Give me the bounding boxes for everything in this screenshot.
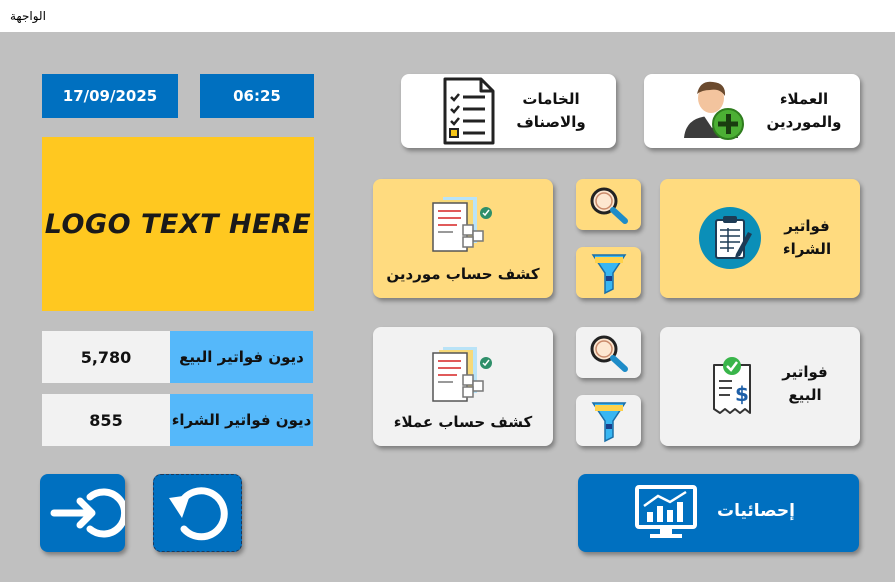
customer-statement-button[interactable]: كشف حساب عملاء: [373, 327, 553, 446]
exit-button[interactable]: [40, 474, 125, 552]
monitor-chart-icon: [635, 485, 697, 538]
funnel-icon: [591, 401, 626, 442]
sales-invoices-line1: فواتير: [782, 363, 828, 381]
sales-invoices-button[interactable]: $ فواتير البيع: [660, 327, 860, 446]
customer-statement-label: كشف حساب عملاء: [393, 413, 533, 431]
purchase-search-button[interactable]: [576, 179, 641, 230]
statistics-button[interactable]: إحصائيات: [578, 474, 859, 552]
add-user-icon: [684, 81, 744, 140]
report-icon: [432, 347, 492, 402]
refresh-button[interactable]: [153, 474, 242, 552]
purchase-invoices-label: فواتير الشراء: [772, 215, 842, 261]
checklist-icon: [443, 77, 495, 145]
customers-suppliers-label: العملاء والموردين: [754, 88, 854, 134]
refresh-icon: [169, 487, 228, 541]
purchase-invoices-button[interactable]: فواتير الشراء: [660, 179, 860, 298]
sales-invoices-label: فواتير البيع: [770, 361, 840, 407]
report-icon: [432, 197, 492, 252]
sales-search-button[interactable]: [576, 327, 641, 378]
logo-text: LOGO TEXT HERE: [44, 208, 312, 240]
customers-suppliers-line1: العملاء: [779, 90, 829, 108]
customers-suppliers-line2: والموردين: [766, 113, 842, 131]
materials-items-label: الخامات والاصناف: [501, 88, 601, 134]
materials-items-line1: الخامات: [522, 90, 580, 108]
svg-text:$: $: [735, 382, 749, 406]
sales-debt-value: 5,780: [42, 331, 170, 383]
time-display: 06:25: [200, 74, 314, 118]
materials-items-line2: والاصناف: [516, 113, 586, 131]
supplier-statement-label: كشف حساب موردين: [386, 265, 540, 283]
sales-filter-button[interactable]: [576, 395, 641, 446]
magnifier-icon: [590, 335, 628, 372]
purchase-invoices-line2: الشراء: [782, 240, 832, 258]
customers-suppliers-button[interactable]: العملاء والموردين: [644, 74, 860, 148]
title-bar: الواجهة: [0, 0, 895, 32]
funnel-icon: [591, 253, 626, 294]
purchase-filter-button[interactable]: [576, 247, 641, 298]
materials-items-button[interactable]: الخامات والاصناف: [401, 74, 616, 148]
sign-out-icon: [50, 488, 125, 538]
clipboard-icon: [699, 207, 761, 269]
purchase-debt-label: ديون فواتير الشراء: [170, 394, 313, 446]
purchase-debt-value: 855: [42, 394, 170, 446]
sales-debt-label: ديون فواتير البيع: [170, 331, 313, 383]
date-display: 17/09/2025: [42, 74, 178, 118]
magnifier-icon: [590, 187, 628, 224]
purchase-invoices-line1: فواتير: [784, 217, 830, 235]
supplier-statement-button[interactable]: كشف حساب موردين: [373, 179, 553, 298]
receipt-icon: $: [713, 357, 751, 414]
sales-invoices-line2: البيع: [788, 386, 822, 404]
logo: LOGO TEXT HERE: [42, 137, 314, 311]
statistics-label: إحصائيات: [716, 501, 795, 521]
window-title: الواجهة: [10, 9, 46, 23]
